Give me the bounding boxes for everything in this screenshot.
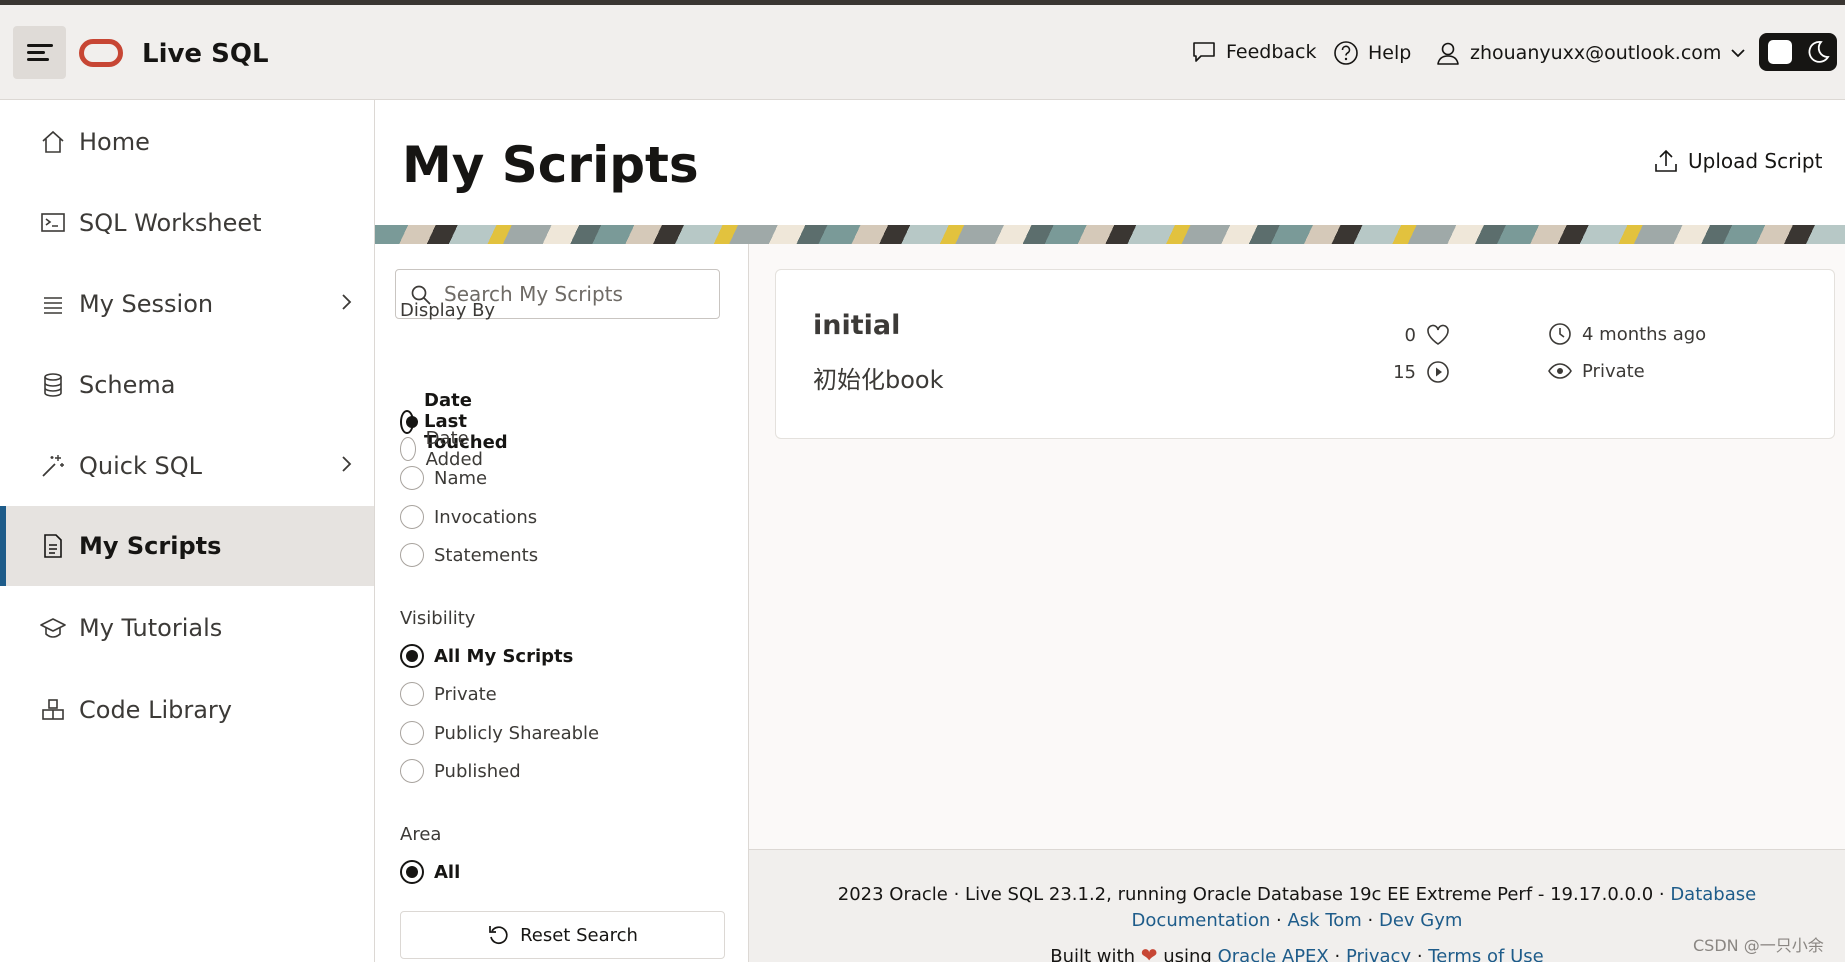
terminal-icon bbox=[41, 213, 65, 232]
radio-statements[interactable]: Statements bbox=[400, 543, 538, 567]
radio-name[interactable]: Name bbox=[400, 466, 487, 490]
footer-info: 2023 Oracle · Live SQL 23.1.2, running O… bbox=[837, 884, 1757, 931]
document-icon bbox=[44, 534, 62, 558]
sidebar-nav: Home SQL Worksheet My Session Schema Qui… bbox=[0, 100, 375, 962]
home-icon bbox=[42, 130, 64, 153]
graduation-cap-icon bbox=[40, 618, 66, 638]
chat-bubble-icon bbox=[1193, 42, 1215, 62]
ask-tom-link[interactable]: Ask Tom bbox=[1287, 910, 1361, 931]
privacy-link[interactable]: Privacy bbox=[1346, 946, 1411, 962]
oracle-apex-link[interactable]: Oracle APEX bbox=[1218, 946, 1329, 962]
radio-published[interactable]: Published bbox=[400, 759, 521, 783]
heart-icon: ❤ bbox=[1140, 943, 1158, 962]
visibility-label: Visibility bbox=[400, 608, 476, 629]
radio-date-added[interactable]: Date Added bbox=[400, 428, 491, 470]
user-icon bbox=[1437, 42, 1459, 65]
script-card[interactable]: initial 初始化book 0 15 4 months ago Privat… bbox=[775, 269, 1835, 439]
play-circle-icon bbox=[1427, 361, 1449, 383]
database-icon bbox=[44, 373, 62, 397]
help-icon bbox=[1334, 41, 1358, 65]
sidebar-item-code-library[interactable]: Code Library bbox=[0, 670, 374, 750]
sidebar-item-my-scripts[interactable]: My Scripts bbox=[0, 506, 374, 586]
page-header: My Scripts Upload Script bbox=[375, 100, 1845, 225]
sidebar-item-my-session[interactable]: My Session bbox=[0, 264, 374, 344]
page-title: My Scripts bbox=[402, 136, 699, 194]
eye-icon bbox=[1548, 363, 1572, 379]
dev-gym-link[interactable]: Dev Gym bbox=[1379, 910, 1462, 931]
moon-icon bbox=[1808, 41, 1830, 63]
theme-toggle[interactable] bbox=[1759, 33, 1837, 71]
sidebar-item-sql-worksheet[interactable]: SQL Worksheet bbox=[0, 183, 374, 263]
sidebar-item-schema[interactable]: Schema bbox=[0, 345, 374, 425]
radio-all-my-scripts[interactable]: All My Scripts bbox=[400, 644, 573, 668]
clock-icon bbox=[1549, 323, 1571, 345]
list-icon bbox=[44, 297, 62, 314]
terms-of-use-link[interactable]: Terms of Use bbox=[1428, 946, 1543, 962]
heart-icon bbox=[1427, 324, 1449, 345]
menu-toggle-button[interactable] bbox=[13, 26, 66, 79]
chevron-right-icon bbox=[342, 294, 352, 310]
reset-icon bbox=[489, 926, 508, 945]
upload-script-button[interactable]: Upload Script bbox=[1653, 148, 1822, 174]
chevron-down-icon bbox=[1731, 49, 1746, 58]
feedback-link[interactable]: Feedback bbox=[1191, 40, 1316, 64]
app-header: Live SQL Feedback Help zhouanyuxx@outloo… bbox=[0, 5, 1845, 100]
help-link[interactable]: Help bbox=[1333, 40, 1411, 66]
likes-stat[interactable]: 0 bbox=[1376, 324, 1450, 346]
sidebar-item-home[interactable]: Home bbox=[0, 102, 374, 182]
light-mode-icon bbox=[1768, 40, 1792, 64]
footer-built-with: Built with ❤ using Oracle APEX · Privacy… bbox=[749, 943, 1845, 962]
script-description: 初始化book bbox=[813, 366, 944, 394]
script-title[interactable]: initial bbox=[813, 310, 900, 341]
radio-publicly-shareable[interactable]: Publicly Shareable bbox=[400, 721, 599, 745]
radio-invocations[interactable]: Invocations bbox=[400, 505, 537, 529]
runs-stat[interactable]: 15 bbox=[1376, 360, 1450, 384]
visibility-meta: Private bbox=[1548, 359, 1645, 383]
updated-meta: 4 months ago bbox=[1548, 322, 1706, 346]
sidebar-item-my-tutorials[interactable]: My Tutorials bbox=[0, 588, 374, 668]
magic-wand-icon bbox=[42, 455, 64, 477]
upload-icon bbox=[1655, 149, 1677, 172]
user-menu[interactable]: zhouanyuxx@outlook.com bbox=[1435, 40, 1746, 66]
library-icon bbox=[42, 699, 64, 720]
display-by-label: Display By bbox=[400, 300, 496, 321]
watermark: CSDN @一只小余 bbox=[1693, 936, 1824, 955]
filter-panel: Display By Date Last Touched Date Added … bbox=[375, 244, 749, 962]
sidebar-item-quick-sql[interactable]: Quick SQL bbox=[0, 426, 374, 506]
hamburger-icon bbox=[27, 44, 53, 47]
decorative-banner bbox=[375, 225, 1845, 244]
chevron-right-icon bbox=[342, 456, 352, 472]
radio-private[interactable]: Private bbox=[400, 682, 497, 706]
area-label: Area bbox=[400, 824, 442, 845]
radio-area-all[interactable]: All bbox=[400, 860, 460, 884]
reset-search-button[interactable]: Reset Search bbox=[400, 911, 725, 959]
oracle-logo-icon bbox=[79, 39, 123, 67]
page-footer: 2023 Oracle · Live SQL 23.1.2, running O… bbox=[749, 849, 1845, 962]
app-title[interactable]: Live SQL bbox=[142, 39, 269, 69]
